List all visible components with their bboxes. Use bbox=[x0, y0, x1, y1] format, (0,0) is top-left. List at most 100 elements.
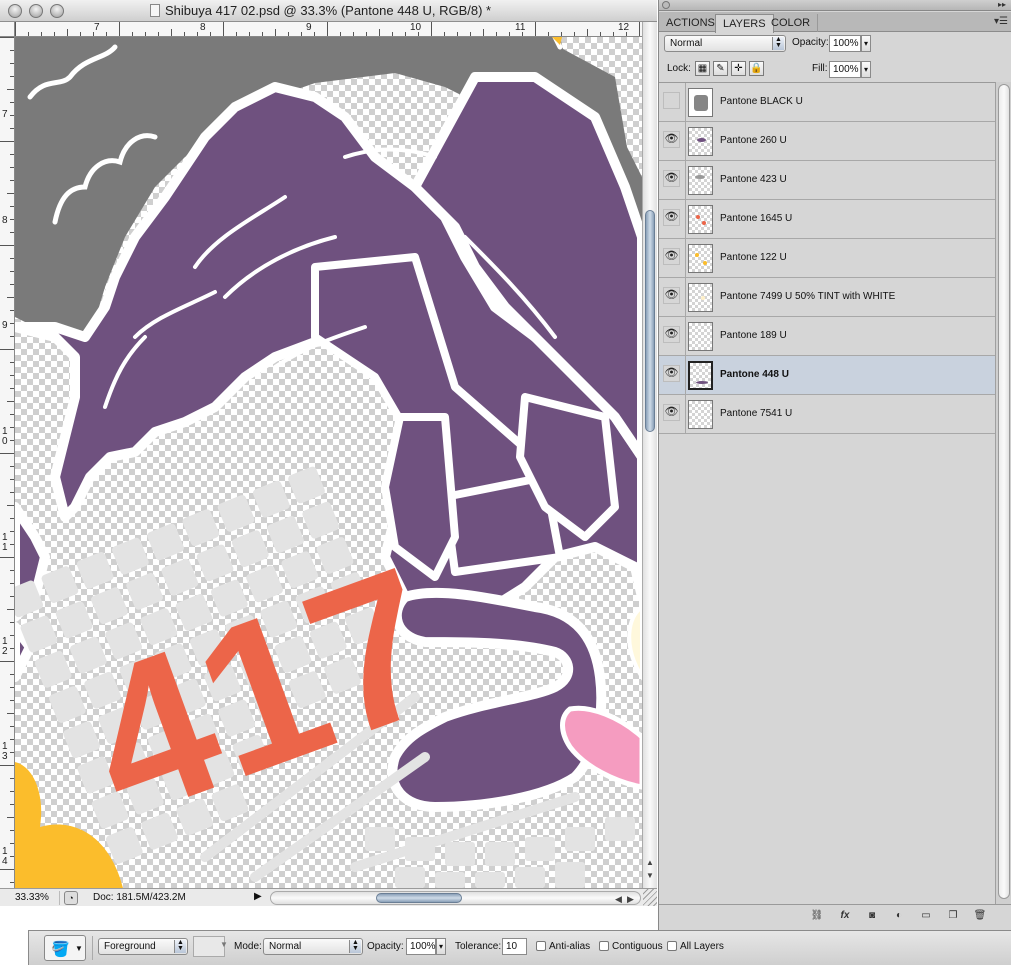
horizontal-ruler[interactable]: 7 8 9 10 11 12 bbox=[15, 22, 642, 37]
ruler-tick bbox=[639, 22, 640, 36]
layer-mask-icon[interactable]: ◙ bbox=[864, 910, 880, 924]
layer-name[interactable]: Pantone 7541 U bbox=[720, 408, 792, 419]
ruler-number: 11 bbox=[515, 22, 526, 33]
opacity-slider-arrow-icon[interactable]: ▾ bbox=[436, 938, 446, 955]
lock-transparency-icon[interactable]: ▦ bbox=[695, 61, 710, 76]
collapse-panel-icon[interactable]: ▸▸ bbox=[998, 0, 1006, 9]
layer-fill-field[interactable]: 100% bbox=[829, 61, 861, 78]
layer-row[interactable]: 👁 Pantone 1645 U bbox=[659, 200, 995, 239]
layer-name[interactable]: Pantone 423 U bbox=[720, 174, 787, 185]
layer-name[interactable]: Pantone 122 U bbox=[720, 252, 787, 263]
ruler-tick bbox=[574, 32, 575, 36]
zoom-level-field[interactable]: 33.33% bbox=[2, 891, 60, 905]
ruler-number: 7 bbox=[94, 22, 100, 33]
eye-icon[interactable]: 👁 bbox=[663, 326, 680, 343]
layer-row[interactable]: 👁 Pantone 423 U bbox=[659, 161, 995, 200]
all-layers-label: All Layers bbox=[680, 941, 724, 952]
fill-source-select[interactable]: Foreground ▲ ▼ bbox=[98, 938, 188, 955]
layer-row[interactable]: 👁 Pantone 7499 U 50% TINT with WHITE bbox=[659, 278, 995, 317]
tab-actions[interactable]: ACTIONS bbox=[659, 14, 723, 32]
layer-name[interactable]: Pantone 448 U bbox=[720, 369, 789, 380]
ruler-tick bbox=[7, 401, 14, 402]
layer-name[interactable]: Pantone 1645 U bbox=[720, 213, 792, 224]
eye-icon[interactable]: 👁 bbox=[663, 170, 680, 187]
tab-color[interactable]: COLOR bbox=[764, 14, 819, 32]
layers-scroll-thumb[interactable] bbox=[998, 84, 1010, 899]
opacity-slider-arrow-icon[interactable]: ▾ bbox=[861, 35, 871, 52]
scroll-down-arrow-icon[interactable]: ▼ bbox=[646, 871, 654, 880]
ruler-tick bbox=[0, 37, 14, 38]
ruler-tick bbox=[210, 32, 211, 36]
ruler-tick bbox=[392, 32, 393, 36]
anti-alias-checkbox[interactable] bbox=[536, 941, 546, 951]
window-resize-grip[interactable] bbox=[643, 889, 657, 906]
chevron-down-icon[interactable]: ▼ bbox=[220, 940, 228, 949]
eye-icon[interactable]: 👁 bbox=[663, 131, 680, 148]
lock-image-pixels-icon[interactable]: ✎ bbox=[713, 61, 728, 76]
layer-name[interactable]: Pantone 7499 U 50% TINT with WHITE bbox=[720, 291, 895, 302]
panel-menu-icon[interactable]: ▾☰ bbox=[994, 16, 1008, 27]
vertical-scrollbar[interactable]: ▲ ▼ bbox=[642, 22, 657, 888]
visibility-toggle-empty[interactable] bbox=[663, 92, 680, 109]
layer-row[interactable]: 👁 Pantone 122 U bbox=[659, 239, 995, 278]
trash-icon[interactable]: 🗑 bbox=[972, 910, 988, 924]
tool-preset-picker[interactable]: 🪣 ▼ bbox=[44, 935, 86, 961]
ruler-tick bbox=[10, 856, 14, 857]
panel-titlebar[interactable]: ▸▸ bbox=[659, 0, 1011, 11]
link-icon[interactable]: ⛓ bbox=[809, 910, 825, 924]
scroll-right-arrow-icon[interactable]: ▶ bbox=[627, 894, 634, 905]
horizontal-scroll-thumb[interactable] bbox=[376, 893, 462, 903]
eye-icon[interactable]: 👁 bbox=[663, 209, 680, 226]
status-info-icon[interactable]: ◔ bbox=[64, 891, 78, 905]
ruler-tick bbox=[10, 739, 14, 740]
eye-icon[interactable]: 👁 bbox=[663, 365, 680, 382]
fill-source-value: Foreground bbox=[104, 941, 156, 952]
layer-name[interactable]: Pantone 189 U bbox=[720, 330, 787, 341]
ruler-tick bbox=[561, 32, 562, 36]
mode-select[interactable]: Normal ▲ ▼ bbox=[263, 938, 363, 955]
group-folder-icon[interactable]: ▭ bbox=[918, 910, 934, 924]
tolerance-field[interactable]: 10 bbox=[502, 938, 527, 955]
fill-slider-arrow-icon[interactable]: ▾ bbox=[861, 61, 871, 78]
fx-icon[interactable]: fx bbox=[837, 910, 853, 924]
ruler-tick bbox=[10, 596, 14, 597]
ruler-origin[interactable] bbox=[0, 22, 15, 37]
eye-icon[interactable]: 👁 bbox=[663, 404, 680, 421]
layer-name[interactable]: Pantone BLACK U bbox=[720, 96, 803, 107]
close-window-button[interactable] bbox=[8, 4, 22, 18]
document-size-readout[interactable]: Doc: 181.5M/423.2M bbox=[90, 891, 250, 903]
ruler-tick bbox=[535, 22, 536, 36]
horizontal-scrollbar[interactable]: ◀ ▶ bbox=[270, 891, 641, 905]
eye-icon[interactable]: 👁 bbox=[663, 248, 680, 265]
lock-position-icon[interactable]: ✛ bbox=[731, 61, 746, 76]
contiguous-checkbox[interactable] bbox=[599, 941, 609, 951]
tool-opacity-field[interactable]: 100% bbox=[406, 938, 436, 955]
adjustment-layer-icon[interactable]: ◐ bbox=[891, 910, 907, 924]
image-canvas[interactable]: 417 bbox=[15, 37, 642, 888]
minimize-window-button[interactable] bbox=[29, 4, 43, 18]
layer-row[interactable]: Pantone BLACK U bbox=[659, 83, 995, 122]
layer-opacity-field[interactable]: 100% bbox=[829, 35, 861, 52]
new-layer-icon[interactable]: ❐ bbox=[945, 910, 961, 924]
panel-close-button[interactable] bbox=[662, 1, 670, 9]
vertical-scroll-thumb[interactable] bbox=[645, 210, 655, 432]
layer-name[interactable]: Pantone 260 U bbox=[720, 135, 787, 146]
ruler-tick bbox=[10, 102, 14, 103]
all-layers-checkbox[interactable] bbox=[667, 941, 677, 951]
vertical-ruler[interactable]: 7 8 9 1 0 1 1 1 2 1 3 1 4 bbox=[0, 37, 15, 888]
zoom-window-button[interactable] bbox=[50, 4, 64, 18]
ruler-tick bbox=[10, 323, 14, 324]
layer-row-selected[interactable]: 👁 Pantone 448 U bbox=[659, 356, 995, 395]
layer-thumbnail bbox=[688, 166, 713, 195]
scroll-left-arrow-icon[interactable]: ◀ bbox=[615, 894, 622, 905]
lock-all-icon[interactable]: 🔒 bbox=[749, 61, 764, 76]
layer-row[interactable]: 👁 Pantone 189 U bbox=[659, 317, 995, 356]
layer-row[interactable]: 👁 Pantone 7541 U bbox=[659, 395, 995, 434]
scroll-up-arrow-icon[interactable]: ▲ bbox=[646, 858, 654, 867]
eye-icon[interactable]: 👁 bbox=[663, 287, 680, 304]
chevron-updown-icon: ▲ ▼ bbox=[772, 36, 784, 50]
layers-scrollbar[interactable] bbox=[995, 82, 1011, 904]
layer-row[interactable]: 👁 Pantone 260 U bbox=[659, 122, 995, 161]
blend-mode-select[interactable]: Normal ▲ ▼ bbox=[664, 35, 786, 52]
status-menu-arrow-icon[interactable]: ▶ bbox=[254, 891, 266, 905]
